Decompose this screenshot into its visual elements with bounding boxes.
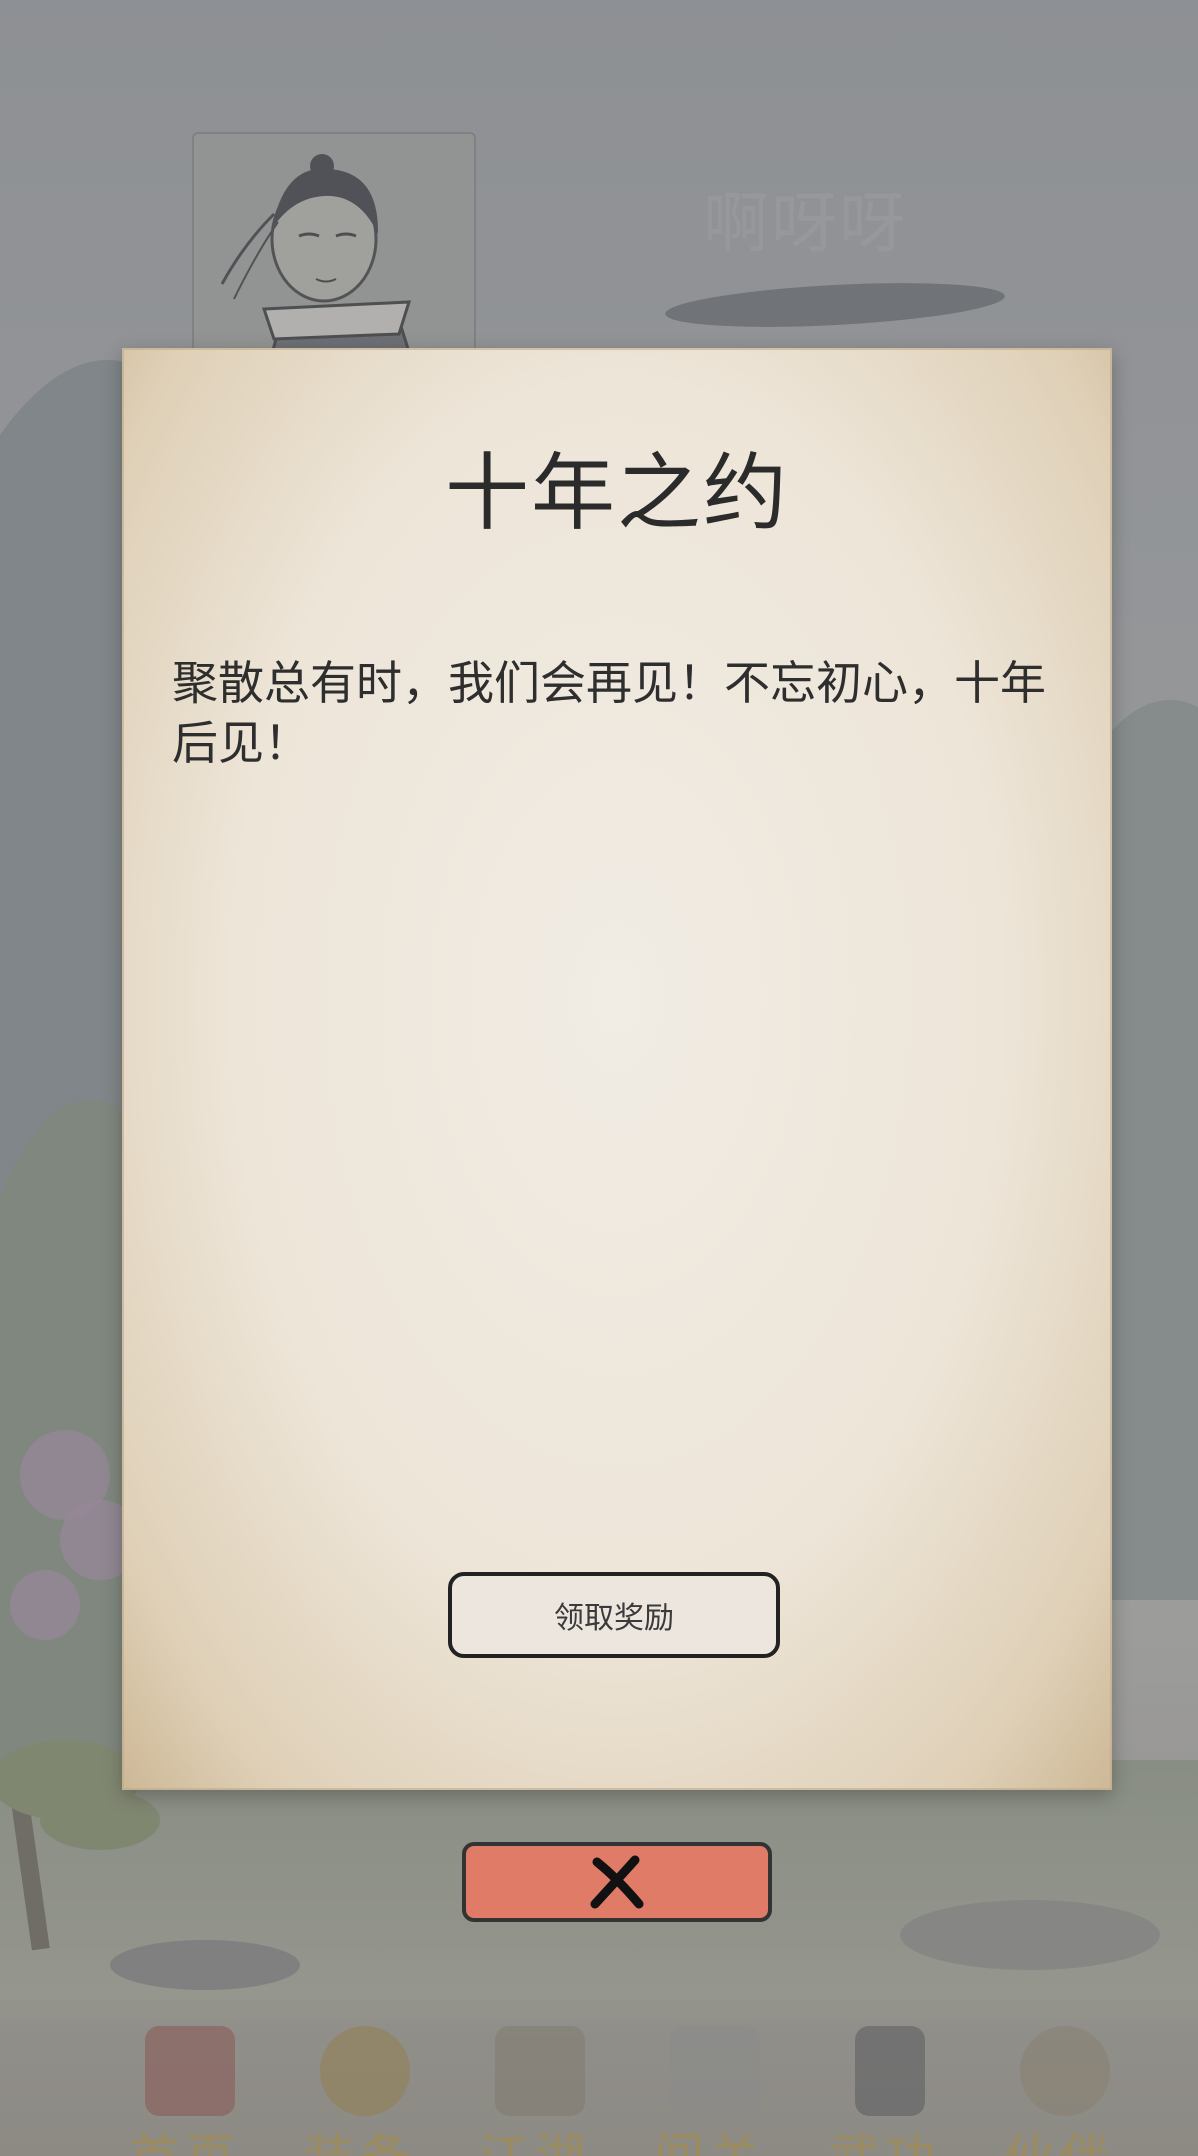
close-button[interactable] <box>462 1842 772 1922</box>
claim-reward-button[interactable]: 领取奖励 <box>448 1572 780 1658</box>
event-modal: 十年之约 聚散总有时，我们会再见！不忘初心，十年后见！ 领取奖励 <box>122 348 1112 1790</box>
modal-title: 十年之约 <box>444 444 789 542</box>
claim-reward-label: 领取奖励 <box>554 1601 674 1636</box>
modal-message: 聚散总有时，我们会再见！不忘初心，十年后见！ <box>172 656 1046 770</box>
x-icon <box>590 1855 644 1909</box>
